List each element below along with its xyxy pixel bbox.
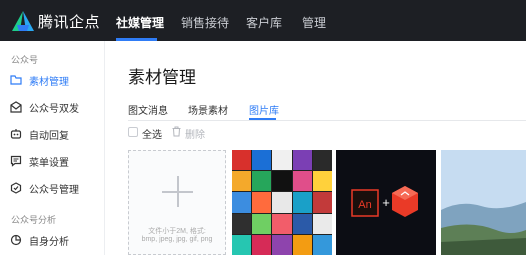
- menu-icon: [10, 155, 22, 167]
- analytics-icon: [10, 234, 22, 246]
- nav-item-admin[interactable]: 管理: [302, 14, 326, 31]
- upload-hint-formats: bmp, jpeg, jpg, gif, png: [141, 236, 213, 243]
- tab-scene-material[interactable]: 场景素材: [188, 102, 228, 117]
- animate-artwork: An +: [351, 186, 418, 217]
- svg-text:+: +: [382, 195, 390, 210]
- image-thumbnail-app-collage[interactable]: [232, 150, 332, 255]
- sidebar-item-label: 自动回复: [29, 130, 69, 142]
- sidebar-item-label: 素材管理: [29, 76, 69, 88]
- tab-active-indicator: [249, 118, 276, 120]
- sidebar-item-material-management[interactable]: 素材管理: [10, 72, 69, 88]
- animate-logo-text: An: [358, 199, 371, 211]
- brand-name[interactable]: 腾讯企点: [38, 11, 100, 32]
- sidebar-item-label: 公众号管理: [29, 184, 79, 196]
- delete-button[interactable]: 删除: [185, 126, 205, 141]
- plus-icon-vertical: [177, 176, 179, 207]
- select-all-label[interactable]: 全选: [142, 126, 162, 141]
- robot-icon: [10, 129, 22, 139]
- sidebar-group-official-account: 公众号: [11, 55, 39, 65]
- nav-item-customer-base[interactable]: 客户库: [246, 14, 282, 31]
- sidebar-item-account-management[interactable]: 公众号管理: [10, 180, 79, 196]
- landscape-artwork: [441, 150, 526, 255]
- tencent-qidian-logo-icon[interactable]: [11, 10, 35, 32]
- send-icon: [10, 101, 22, 113]
- sidebar-group-account-analysis: 公众号分析: [11, 215, 57, 225]
- sidebar-item-auto-reply[interactable]: 自动回复: [10, 126, 69, 142]
- image-thumbnail-animate[interactable]: An +: [336, 150, 436, 255]
- top-navigation-bar: 腾讯企点 社媒管理 销售接待 客户库 管理: [0, 0, 526, 41]
- sidebar-item-menu-settings[interactable]: 菜单设置: [10, 153, 69, 169]
- tabs-divider: [128, 120, 526, 121]
- select-all-checkbox[interactable]: [128, 127, 138, 137]
- gear-icon: [10, 182, 22, 194]
- sidebar-item-label: 自身分析: [29, 236, 69, 248]
- folder-icon: [10, 75, 22, 85]
- nav-item-sales-reception[interactable]: 销售接待: [181, 14, 229, 31]
- upload-image-tile[interactable]: 文件小于2M, 格式: bmp, jpeg, jpg, gif, png: [128, 150, 226, 255]
- sidebar-item-label: 公众号双发: [29, 103, 79, 115]
- tab-rich-media[interactable]: 图文消息: [128, 102, 168, 117]
- upload-hint-size: 文件小于2M, 格式:: [148, 228, 206, 235]
- image-thumbnail-landscape[interactable]: [441, 150, 526, 255]
- sidebar-item-self-analysis[interactable]: 自身分析: [10, 232, 69, 248]
- tab-image-library[interactable]: 图片库: [249, 102, 279, 117]
- trash-icon: [172, 126, 181, 137]
- sidebar-item-dual-publish[interactable]: 公众号双发: [10, 99, 79, 115]
- page-title: 素材管理: [128, 68, 196, 87]
- main-content: 素材管理 图文消息 场景素材 图片库 全选 删除 文件小于2M, 格式: bmp…: [106, 41, 526, 255]
- app-icon-collage: [232, 150, 332, 255]
- nav-item-social-media[interactable]: 社媒管理: [116, 14, 164, 31]
- sidebar: 公众号 素材管理 公众号双发 自动回复 菜单设置 公众号管理 公众号分析 自身分…: [0, 41, 105, 255]
- sidebar-item-label: 菜单设置: [29, 157, 69, 169]
